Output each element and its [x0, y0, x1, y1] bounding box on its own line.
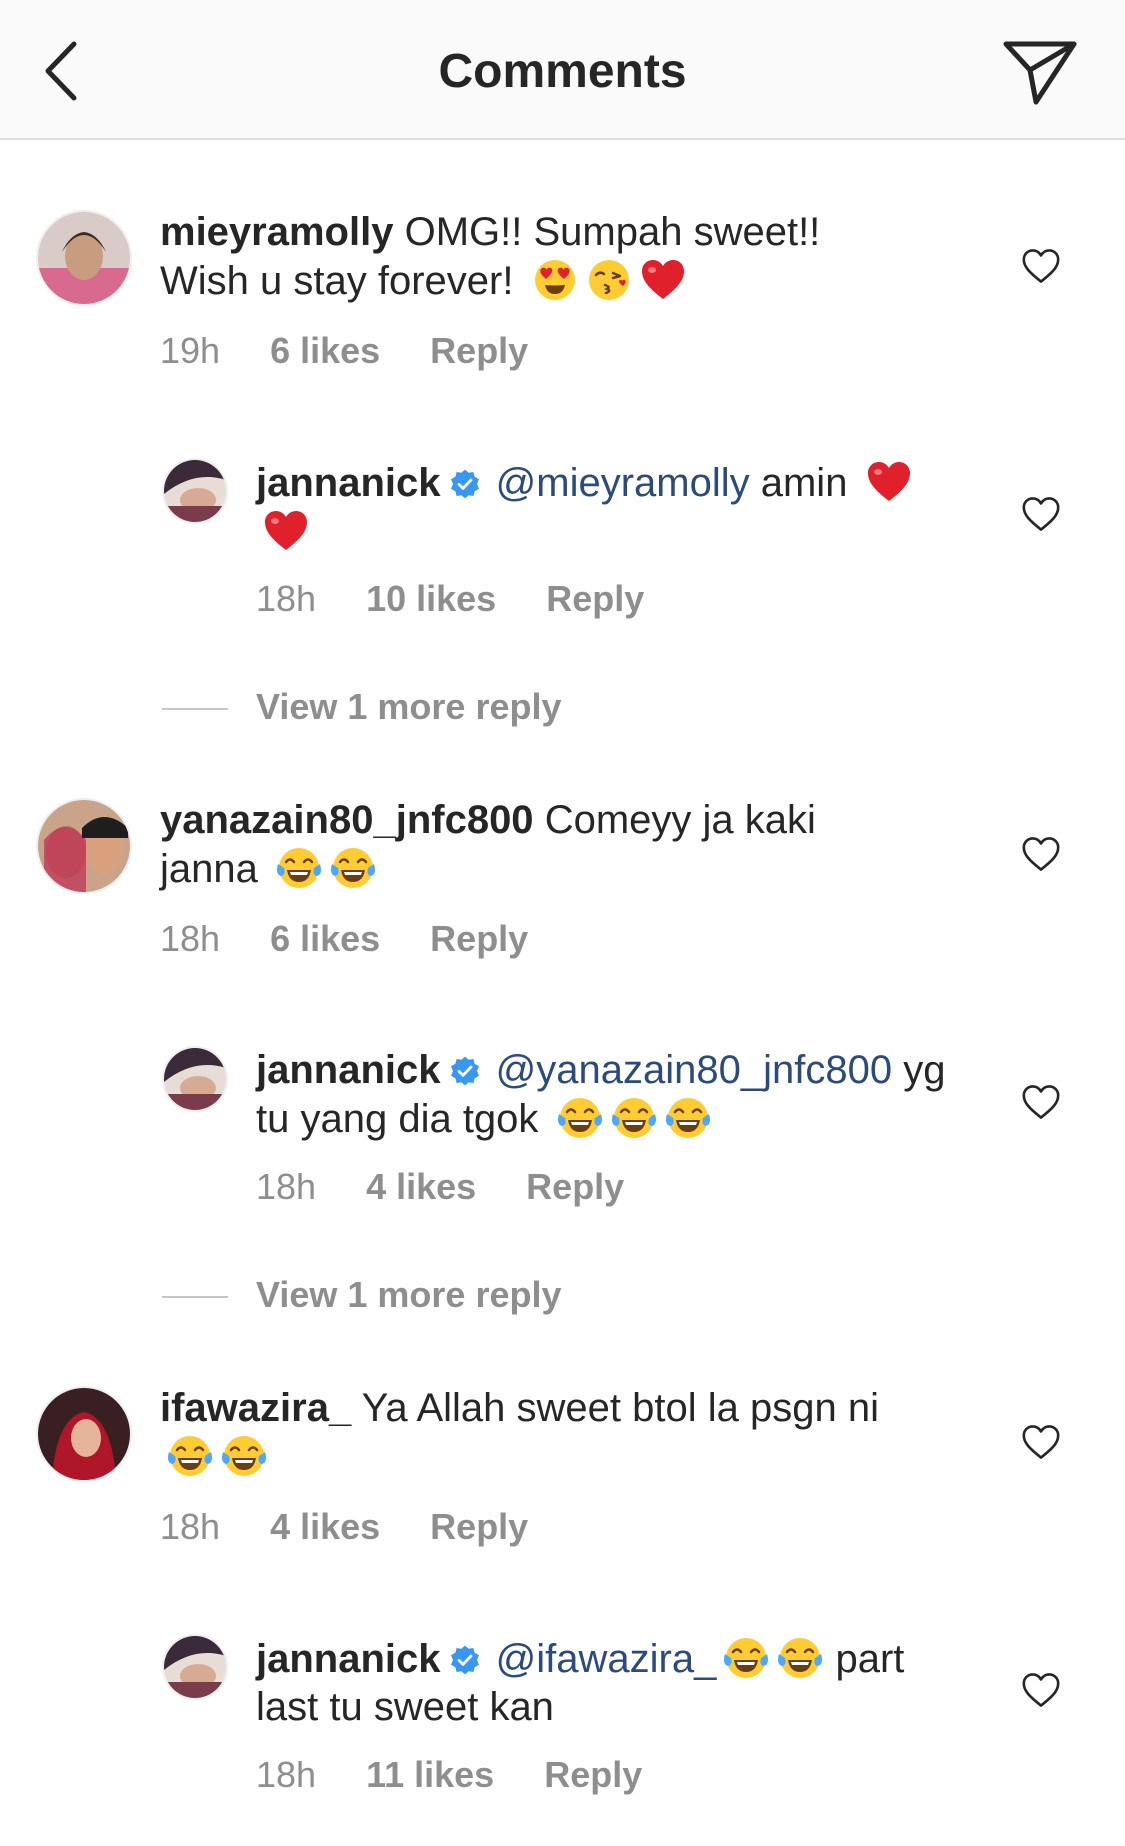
- avatar[interactable]: [162, 1634, 228, 1700]
- red-heart-emoji-icon: [865, 458, 913, 506]
- tears-of-joy-emoji-icon: [166, 1432, 214, 1480]
- reply-button[interactable]: Reply: [546, 578, 644, 620]
- tears-of-joy-emoji-icon: [610, 1094, 658, 1142]
- like-heart-icon[interactable]: [1020, 248, 1062, 284]
- verified-badge-icon: [449, 468, 481, 500]
- view-more-replies[interactable]: View 1 more reply: [162, 1274, 562, 1316]
- tears-of-joy-emoji-icon: [329, 844, 377, 892]
- reply-text: jannanick @ifawazira_ part last tu sweet…: [256, 1634, 956, 1731]
- avatar[interactable]: [162, 458, 228, 524]
- heart-eyes-emoji-icon: [531, 256, 579, 304]
- reply-button[interactable]: Reply: [430, 918, 528, 960]
- mention-link[interactable]: @ifawazira_: [496, 1637, 717, 1681]
- page-title: Comments: [438, 45, 687, 98]
- tears-of-joy-emoji-icon: [664, 1094, 712, 1142]
- reply-meta: 18h 10 likes Reply: [256, 578, 694, 620]
- profile-photo: [164, 1636, 226, 1698]
- red-heart-emoji-icon: [639, 256, 687, 304]
- comment-text: ifawazira_ Ya Allah sweet btol la psgn n…: [160, 1384, 900, 1481]
- verified-badge-icon: [449, 1644, 481, 1676]
- reply-timestamp: 18h: [256, 1166, 317, 1207]
- red-heart-emoji-icon: [262, 507, 310, 555]
- verified-badge-icon: [449, 1055, 481, 1087]
- comment-username[interactable]: yanazain80_jnfc800: [160, 798, 534, 842]
- reply-body: amin: [760, 461, 848, 505]
- tears-of-joy-emoji-icon: [220, 1432, 268, 1480]
- reply-timestamp: 18h: [256, 578, 317, 619]
- comment-meta: 18h 4 likes Reply: [160, 1506, 578, 1548]
- comment-username[interactable]: ifawazira_: [160, 1386, 351, 1430]
- divider-line: [162, 708, 228, 711]
- reply-timestamp: 18h: [256, 1754, 317, 1795]
- comment-meta: 19h 6 likes Reply: [160, 330, 578, 372]
- like-heart-icon[interactable]: [1020, 1424, 1062, 1460]
- mention-link[interactable]: @yanazain80_jnfc800: [496, 1048, 892, 1092]
- tears-of-joy-emoji-icon: [556, 1094, 604, 1142]
- comment-body: Ya Allah sweet btol la psgn ni: [361, 1386, 879, 1430]
- comment-likes[interactable]: 6 likes: [270, 918, 380, 960]
- mention-link[interactable]: @mieyramolly: [496, 461, 750, 505]
- comment-likes[interactable]: 4 likes: [270, 1506, 380, 1548]
- profile-photo: [38, 800, 130, 892]
- reply-button[interactable]: Reply: [430, 1506, 528, 1548]
- reply-username[interactable]: jannanick: [256, 1637, 441, 1681]
- comment-meta: 18h 6 likes Reply: [160, 918, 578, 960]
- view-more-replies[interactable]: View 1 more reply: [162, 686, 562, 728]
- view-more-label: View 1 more reply: [256, 1274, 562, 1315]
- avatar[interactable]: [36, 210, 132, 306]
- comment-timestamp: 19h: [160, 330, 221, 371]
- paper-plane-icon: [1003, 41, 1077, 105]
- tears-of-joy-emoji-icon: [275, 844, 323, 892]
- profile-photo: [164, 1048, 226, 1110]
- comment-text: yanazain80_jnfc800 Comeyy ja kaki janna: [160, 796, 900, 893]
- reply-text: jannanick @mieyramolly amin: [256, 458, 956, 556]
- share-button[interactable]: [1000, 36, 1080, 108]
- profile-photo: [38, 212, 130, 304]
- profile-photo: [38, 1388, 130, 1480]
- comment-text: mieyramolly OMG!! Sumpah sweet!! Wish u …: [160, 208, 900, 305]
- kiss-face-emoji-icon: [585, 256, 633, 304]
- comment-timestamp: 18h: [160, 1506, 221, 1547]
- reply-likes[interactable]: 4 likes: [366, 1166, 476, 1208]
- reply-meta: 18h 4 likes Reply: [256, 1166, 674, 1208]
- reply-button[interactable]: Reply: [526, 1166, 624, 1208]
- profile-photo: [164, 460, 226, 522]
- tears-of-joy-emoji-icon: [722, 1634, 770, 1682]
- divider-line: [162, 1296, 228, 1299]
- avatar[interactable]: [162, 1046, 228, 1112]
- comments-header: Comments: [0, 0, 1125, 140]
- reply-username[interactable]: jannanick: [256, 461, 441, 505]
- reply-button[interactable]: Reply: [430, 330, 528, 372]
- like-heart-icon[interactable]: [1020, 496, 1062, 532]
- like-heart-icon[interactable]: [1020, 1084, 1062, 1120]
- avatar[interactable]: [36, 798, 132, 894]
- tears-of-joy-emoji-icon: [776, 1634, 824, 1682]
- reply-text: jannanick @yanazain80_jnfc800 yg tu yang…: [256, 1046, 956, 1143]
- comment-timestamp: 18h: [160, 918, 221, 959]
- reply-button[interactable]: Reply: [544, 1754, 642, 1796]
- reply-likes[interactable]: 11 likes: [366, 1754, 494, 1796]
- like-heart-icon[interactable]: [1020, 1672, 1062, 1708]
- view-more-label: View 1 more reply: [256, 686, 562, 727]
- reply-username[interactable]: jannanick: [256, 1048, 441, 1092]
- reply-meta: 18h 11 likes Reply: [256, 1754, 692, 1796]
- comment-likes[interactable]: 6 likes: [270, 330, 380, 372]
- like-heart-icon[interactable]: [1020, 836, 1062, 872]
- reply-likes[interactable]: 10 likes: [366, 578, 496, 620]
- avatar[interactable]: [36, 1386, 132, 1482]
- comment-username[interactable]: mieyramolly: [160, 210, 393, 254]
